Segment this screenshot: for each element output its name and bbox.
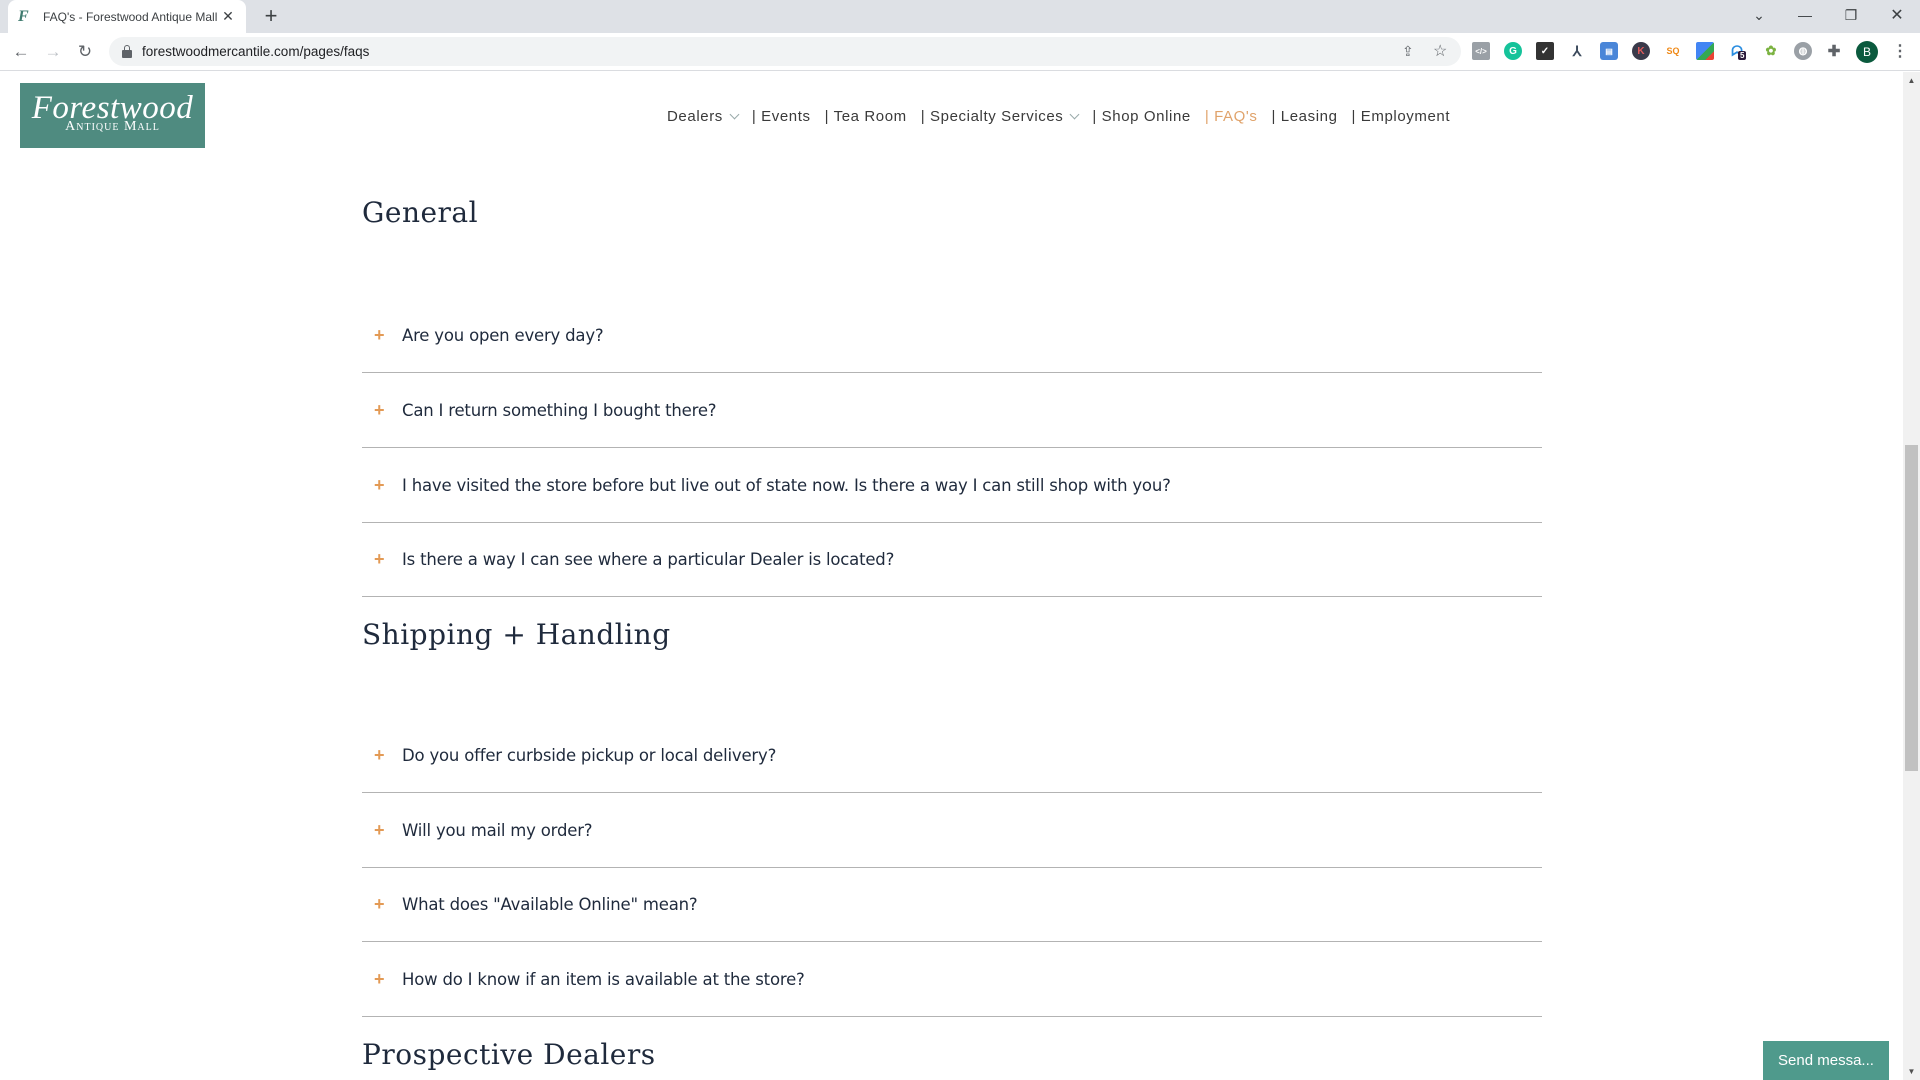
minimize-button[interactable]: — bbox=[1782, 0, 1828, 30]
bookmark-star-icon[interactable]: ☆ bbox=[1433, 41, 1447, 61]
google-extension-icon[interactable] bbox=[1696, 42, 1714, 60]
nav-label: | Tea Room bbox=[824, 108, 907, 125]
browser-tab[interactable]: F FAQ's - Forestwood Antique Mall ✕ bbox=[8, 0, 246, 33]
back-button[interactable]: ← bbox=[8, 39, 34, 65]
faq-item[interactable]: + Is there a way I can see where a partic… bbox=[362, 522, 1542, 597]
faq-item[interactable]: + Can I return something I bought there? bbox=[362, 373, 1542, 448]
lock-icon bbox=[122, 44, 132, 58]
plus-icon: + bbox=[374, 744, 385, 765]
nav-faqs[interactable]: | FAQ's bbox=[1205, 108, 1258, 125]
nav-label: | Specialty Services bbox=[920, 108, 1064, 125]
nav-label: | Employment bbox=[1351, 108, 1451, 125]
nav-leasing[interactable]: | Leasing bbox=[1272, 108, 1338, 125]
section-title-shipping: Shipping + Handling bbox=[362, 618, 671, 651]
forward-button[interactable]: → bbox=[40, 39, 66, 65]
nav-label: | FAQ's bbox=[1204, 108, 1258, 125]
chevron-down-icon bbox=[1069, 109, 1080, 119]
scroll-down-arrow-icon[interactable]: ▼ bbox=[1903, 1063, 1920, 1080]
main-navigation: Dealers | Events | Tea Room | Specialty … bbox=[667, 108, 1464, 125]
faq-question: Can I return something I bought there? bbox=[402, 400, 717, 420]
faq-item[interactable]: + Do you offer curbside pickup or local d… bbox=[362, 718, 1542, 793]
faq-question: What does "Available Online" mean? bbox=[402, 894, 698, 914]
share-icon[interactable]: ⇪ bbox=[1402, 43, 1414, 60]
close-window-button[interactable]: ✕ bbox=[1874, 0, 1920, 30]
site-favicon-icon: F bbox=[18, 7, 29, 25]
close-tab-icon[interactable]: ✕ bbox=[220, 8, 236, 25]
tab-strip: F FAQ's - Forestwood Antique Mall ✕ + ⌄ … bbox=[0, 0, 1920, 33]
ghost-extension-icon[interactable]: ᗣ5 bbox=[1728, 42, 1747, 60]
fork-extension-icon[interactable]: ⅄ bbox=[1568, 42, 1586, 60]
plus-icon: + bbox=[374, 548, 385, 569]
nav-employment[interactable]: | Employment bbox=[1352, 108, 1451, 125]
extension-badge: 5 bbox=[1738, 51, 1747, 60]
scroll-up-arrow-icon[interactable]: ▲ bbox=[1903, 72, 1920, 89]
plus-icon: + bbox=[374, 819, 385, 840]
send-message-button[interactable]: Send messa... bbox=[1763, 1041, 1889, 1080]
nav-label: Dealers bbox=[667, 108, 723, 125]
section-title-general: General bbox=[362, 196, 479, 229]
code-view-extension-icon[interactable]: </> bbox=[1472, 42, 1490, 60]
faq-question: Are you open every day? bbox=[402, 325, 604, 345]
faq-item[interactable]: + Are you open every day? bbox=[362, 298, 1542, 373]
checkmark-extension-icon[interactable]: ✓ bbox=[1536, 42, 1554, 60]
site-logo[interactable]: Forestwood Antique Mall bbox=[20, 83, 205, 148]
k-extension-icon[interactable]: K bbox=[1632, 42, 1650, 60]
faq-question: Will you mail my order? bbox=[402, 820, 593, 840]
nav-specialty-services[interactable]: | Specialty Services bbox=[920, 108, 1080, 125]
profile-avatar[interactable]: B bbox=[1856, 41, 1878, 63]
plus-icon: + bbox=[374, 474, 385, 495]
nav-tea-room[interactable]: | Tea Room bbox=[825, 108, 907, 125]
address-bar[interactable]: forestwoodmercantile.com/pages/faqs ⇪ ☆ bbox=[109, 37, 1461, 66]
plus-icon: + bbox=[374, 893, 385, 914]
tab-search-icon[interactable]: ⌄ bbox=[1736, 0, 1782, 30]
scrollbar-thumb[interactable] bbox=[1905, 445, 1918, 771]
page-viewport: Forestwood Antique Mall Dealers | Events… bbox=[0, 72, 1903, 1080]
plus-icon: + bbox=[374, 324, 385, 345]
grammarly-extension-icon[interactable]: G bbox=[1504, 42, 1522, 60]
faq-question: Is there a way I can see where a particu… bbox=[402, 549, 895, 569]
sq-extension-icon[interactable]: SQ bbox=[1664, 42, 1682, 60]
tag-extension-icon[interactable]: ▤ bbox=[1600, 42, 1618, 60]
nav-shop-online[interactable]: | Shop Online bbox=[1092, 108, 1190, 125]
nav-label: | Events bbox=[751, 108, 811, 125]
nav-label: | Shop Online bbox=[1092, 108, 1191, 125]
faq-item[interactable]: + I have visited the store before but liv… bbox=[362, 448, 1542, 523]
new-tab-button[interactable]: + bbox=[259, 5, 283, 29]
faq-item[interactable]: + Will you mail my order? bbox=[362, 793, 1542, 868]
reload-button[interactable]: ↻ bbox=[72, 39, 98, 65]
extensions-puzzle-icon[interactable]: ✚ bbox=[1825, 42, 1843, 60]
faq-question: I have visited the store before but live… bbox=[402, 475, 1171, 495]
tab-title: FAQ's - Forestwood Antique Mall bbox=[43, 9, 218, 24]
page-scrollbar[interactable]: ▲ ▼ bbox=[1903, 72, 1920, 1080]
nav-events[interactable]: | Events bbox=[752, 108, 811, 125]
url-text[interactable]: forestwoodmercantile.com/pages/faqs bbox=[142, 44, 369, 59]
nav-dealers[interactable]: Dealers bbox=[667, 108, 740, 125]
section-title-prospective-dealers: Prospective Dealers bbox=[362, 1038, 656, 1071]
restore-button[interactable]: ❐ bbox=[1828, 0, 1874, 30]
browser-menu-icon[interactable]: ⋮ bbox=[1892, 41, 1908, 61]
nav-label: | Leasing bbox=[1271, 108, 1338, 125]
frog-extension-icon[interactable]: ✿ bbox=[1762, 42, 1780, 60]
faq-question: How do I know if an item is available at… bbox=[402, 969, 805, 989]
faq-question: Do you offer curbside pickup or local de… bbox=[402, 745, 777, 765]
browser-toolbar: ← → ↻ forestwoodmercantile.com/pages/faq… bbox=[0, 33, 1920, 71]
faq-item[interactable]: + How do I know if an item is available a… bbox=[362, 942, 1542, 1017]
chevron-down-icon bbox=[729, 109, 740, 119]
faq-item[interactable]: + What does "Available Online" mean? bbox=[362, 867, 1542, 942]
plus-icon: + bbox=[374, 399, 385, 420]
globe-extension-icon[interactable]: ◍ bbox=[1794, 42, 1812, 60]
plus-icon: + bbox=[374, 968, 385, 989]
